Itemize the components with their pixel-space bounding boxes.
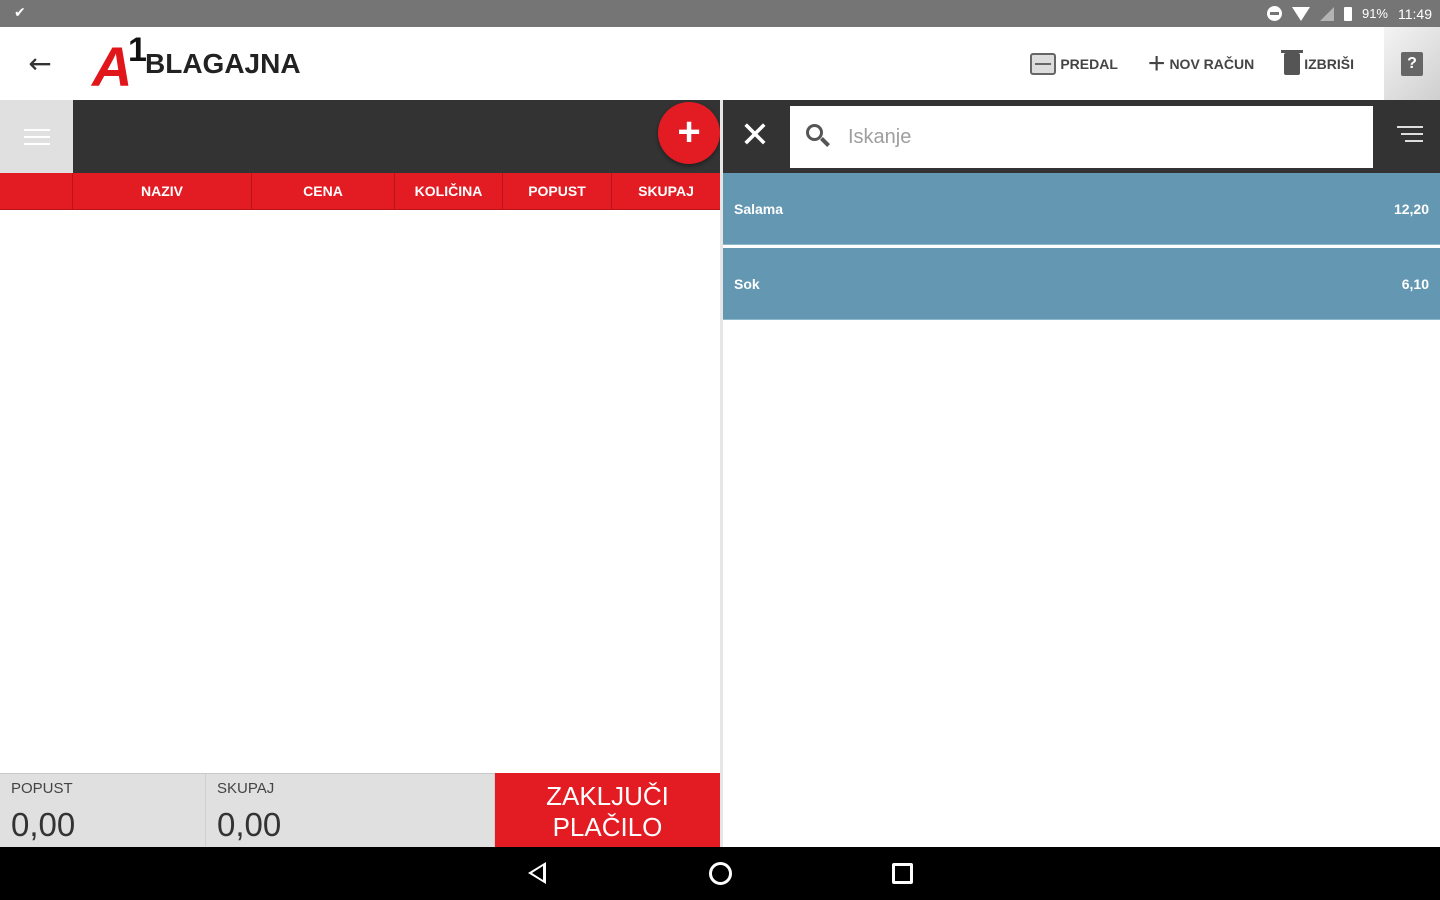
- check-icon: ✔: [14, 5, 26, 21]
- sort-icon[interactable]: [1393, 124, 1423, 148]
- product-name: Salama: [734, 201, 784, 217]
- delete-button[interactable]: IZBRIŠI: [1281, 49, 1354, 75]
- product-list: Salama 12,20 Sok 6,10: [723, 173, 1440, 323]
- app-logo: A 1 BLAGAJNA: [92, 33, 312, 98]
- product-item[interactable]: Sok 6,10: [723, 248, 1440, 320]
- battery-percent: 91%: [1361, 6, 1388, 21]
- product-item[interactable]: Salama 12,20: [723, 173, 1440, 245]
- pay-label-line1: ZAKLJUČI: [546, 781, 669, 811]
- total-value: 0,00: [217, 806, 282, 843]
- app-bar-actions: PREDAL + NOV RAČUN IZBRIŠI ?: [1030, 27, 1440, 100]
- column-header-price[interactable]: CENA: [252, 173, 395, 209]
- close-icon[interactable]: ✕: [733, 114, 777, 158]
- column-header-quantity[interactable]: KOLIČINA: [395, 173, 503, 209]
- logo-mark: A: [92, 35, 133, 98]
- status-icons: 91% 11:49: [1266, 0, 1432, 27]
- signal-icon: [1319, 6, 1334, 21]
- receipt-toolbar: +: [0, 100, 720, 173]
- total-summary: SKUPAJ 0,00: [206, 774, 495, 848]
- clock: 11:49: [1398, 5, 1432, 22]
- receipt-table-body: [0, 210, 720, 773]
- finish-payment-button[interactable]: ZAKLJUČI PLAČILO: [495, 773, 720, 848]
- receipt-panel: + NAZIV CENA KOLIČINA POPUST SKUPAJ POPU…: [0, 100, 720, 848]
- products-panel: ✕ Salama 12,20 Sok 6,10: [723, 100, 1440, 847]
- column-header-total[interactable]: SKUPAJ: [612, 173, 720, 209]
- column-header-discount[interactable]: POPUST: [503, 173, 612, 209]
- search-input[interactable]: [848, 120, 1348, 154]
- add-item-button[interactable]: +: [658, 102, 720, 164]
- receipt-table-header: NAZIV CENA KOLIČINA POPUST SKUPAJ: [0, 173, 720, 210]
- pay-label-line2: PLAČILO: [552, 812, 663, 842]
- total-label: SKUPAJ: [217, 780, 275, 797]
- nav-back-icon[interactable]: [528, 862, 546, 884]
- do-not-disturb-icon: [1266, 6, 1282, 21]
- back-arrow-icon[interactable]: ←: [20, 45, 60, 81]
- column-header-name[interactable]: NAZIV: [73, 173, 252, 209]
- discount-label: POPUST: [11, 780, 73, 797]
- product-name: Sok: [734, 276, 760, 292]
- new-receipt-button[interactable]: + NOV RAČUN: [1147, 46, 1255, 80]
- app-bar: ← A 1 BLAGAJNA PREDAL + NOV RAČUN IZBRIŠ…: [0, 27, 1440, 100]
- battery-icon: [1343, 6, 1352, 21]
- drawer-label: PREDAL: [1060, 55, 1118, 72]
- menu-button[interactable]: [0, 100, 73, 173]
- search-icon: [806, 124, 832, 150]
- status-bar: ✔ 91% 11:49: [0, 0, 1440, 27]
- discount-summary: POPUST 0,00: [0, 774, 206, 848]
- plus-icon: +: [1147, 46, 1166, 80]
- help-icon: ?: [1401, 51, 1423, 76]
- receipt-footer: POPUST 0,00 SKUPAJ 0,00 ZAKLJUČI PLAČILO: [0, 773, 720, 848]
- discount-value: 0,00: [11, 806, 76, 843]
- search-box: [790, 106, 1373, 168]
- add-icon: +: [677, 110, 701, 154]
- menu-icon: [23, 128, 50, 145]
- delete-label: IZBRIŠI: [1304, 55, 1354, 72]
- product-price: 12,20: [1393, 201, 1429, 217]
- help-button[interactable]: ?: [1384, 27, 1440, 100]
- trash-icon: [1281, 49, 1304, 75]
- product-price: 6,10: [1401, 276, 1429, 292]
- column-spacer: [0, 173, 73, 209]
- search-toolbar: ✕: [723, 100, 1440, 173]
- new-receipt-label: NOV RAČUN: [1169, 55, 1255, 72]
- logo-text: BLAGAJNA: [145, 48, 301, 79]
- nav-home-icon[interactable]: [709, 862, 732, 885]
- cash-drawer-icon: [1030, 52, 1057, 75]
- drawer-button[interactable]: PREDAL: [1030, 52, 1118, 75]
- system-nav-bar: [0, 847, 1440, 900]
- wifi-icon: [1291, 6, 1310, 21]
- nav-recents-icon[interactable]: [892, 863, 913, 884]
